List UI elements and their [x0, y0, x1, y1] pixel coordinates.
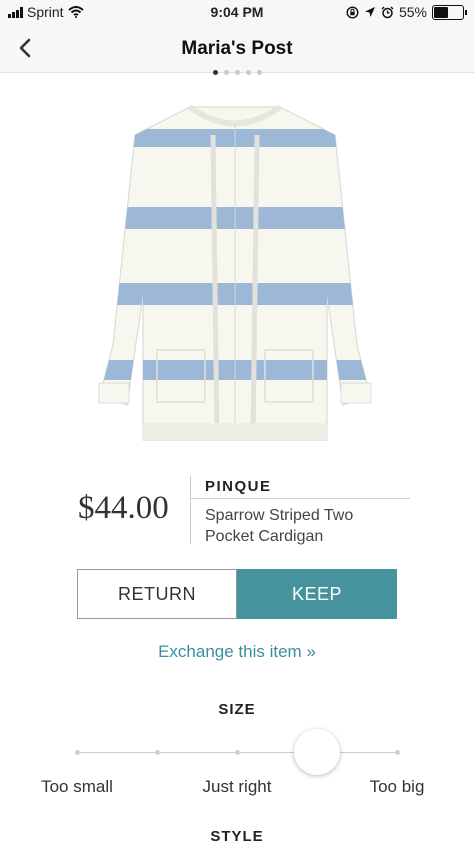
status-bar: Sprint 9:04 PM 55%	[0, 0, 474, 24]
carousel-dots[interactable]	[0, 70, 474, 75]
size-label-too-big: Too big	[369, 777, 425, 796]
battery-percent: 55%	[398, 4, 427, 20]
info-divider-vertical	[190, 476, 191, 544]
slider-tick	[155, 750, 160, 755]
battery-icon	[432, 4, 467, 20]
carousel-dot[interactable]	[223, 70, 229, 75]
carousel-dot[interactable]	[212, 70, 218, 75]
product-brand: PINQUE	[205, 478, 272, 495]
product-price: $44.00	[78, 490, 169, 526]
size-slider-thumb[interactable]	[294, 729, 340, 775]
nav-bar: Maria's Post	[0, 24, 474, 73]
alarm-icon	[381, 6, 394, 18]
carousel-dot[interactable]	[256, 70, 262, 75]
carousel-dot[interactable]	[245, 70, 251, 75]
screen-lock-icon	[346, 5, 359, 19]
slider-tick-too-small	[75, 750, 80, 755]
keep-button[interactable]: KEEP	[237, 569, 397, 619]
decision-buttons: RETURN KEEP	[77, 569, 397, 619]
status-right: 55%	[346, 4, 467, 20]
slider-tick-just-right	[235, 750, 240, 755]
return-button[interactable]: RETURN	[77, 569, 237, 619]
carousel-dot[interactable]	[234, 70, 240, 75]
size-label-too-small: Too small	[41, 777, 113, 796]
size-section-title: SIZE	[218, 701, 256, 718]
style-section-title: STYLE	[210, 828, 264, 845]
exchange-link[interactable]: Exchange this item »	[0, 642, 474, 662]
battery-fill	[434, 6, 448, 18]
page-title: Maria's Post	[181, 38, 293, 59]
product-name: Sparrow Striped Two Pocket Cardigan	[205, 507, 354, 545]
slider-tick-too-big	[395, 750, 400, 755]
info-divider-horizontal	[190, 498, 410, 499]
size-label-just-right: Just right	[202, 777, 272, 796]
cardigan-image	[98, 104, 372, 441]
location-icon	[364, 7, 375, 17]
